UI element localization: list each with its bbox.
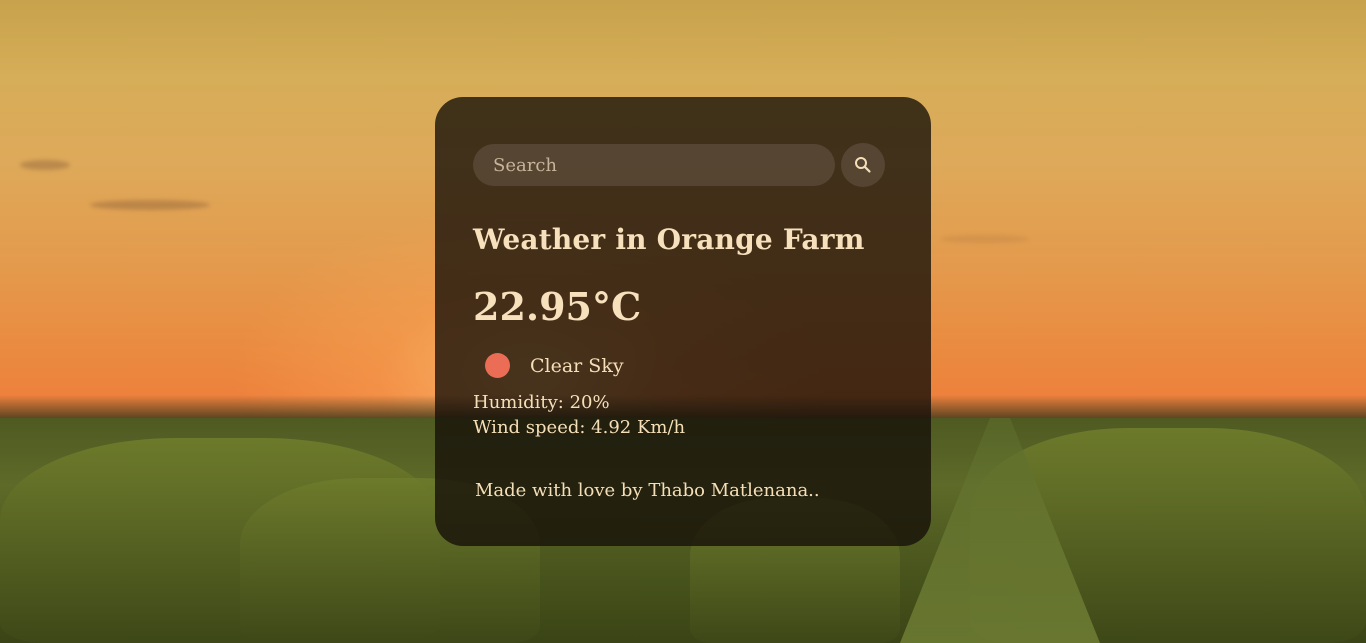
- condition-row: Clear Sky: [485, 353, 893, 378]
- wind-speed-text: Wind speed: 4.92 Km/h: [473, 417, 686, 438]
- location-title: Weather in Orange Farm: [473, 223, 865, 256]
- temperature-value: 22.95°C: [473, 284, 642, 329]
- search-icon: [855, 157, 871, 173]
- cloud: [20, 160, 70, 170]
- footer-credit: Made with love by Thabo Matlenana..: [475, 480, 820, 501]
- weather-card: Weather in Orange Farm 22.95°C Clear Sky…: [435, 97, 931, 546]
- search-button[interactable]: [841, 143, 885, 187]
- weather-condition-icon: [485, 353, 510, 378]
- condition-text: Clear Sky: [530, 354, 624, 377]
- cloud: [90, 200, 210, 210]
- cloud: [940, 235, 1030, 243]
- weather-stats: Humidity: 20% Wind speed: 4.92 Km/h: [473, 390, 893, 440]
- search-bar: [473, 143, 893, 187]
- search-input[interactable]: [473, 144, 835, 186]
- humidity-text: Humidity: 20%: [473, 392, 610, 413]
